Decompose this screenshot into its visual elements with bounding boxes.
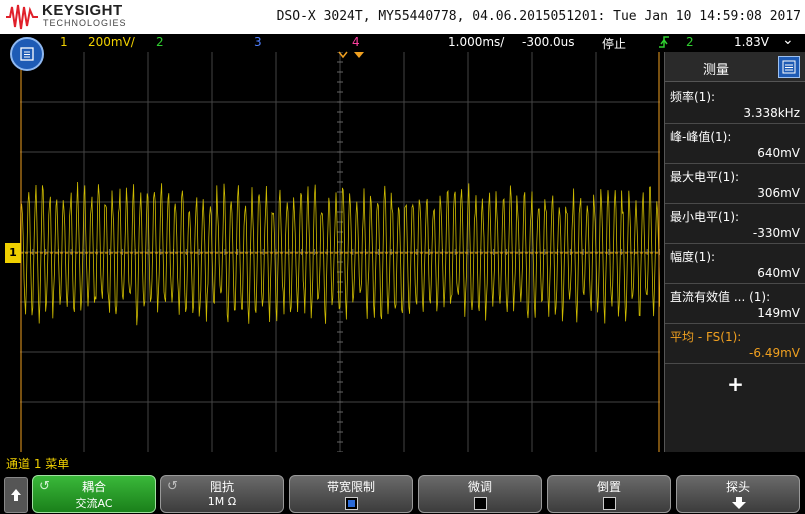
measure-value: 149mV — [757, 306, 800, 320]
measurement-frequency[interactable]: 频率(1): 3.338kHz — [665, 84, 805, 124]
measurement-peak-to-peak[interactable]: 峰-峰值(1): 640mV — [665, 124, 805, 164]
keysight-logo-icon — [6, 4, 38, 30]
softkey-coupling[interactable]: ↺ 耦合 交流AC — [32, 475, 156, 513]
title-bar: KEYSIGHT TECHNOLOGIES DSO-X 3024T, MY554… — [0, 0, 805, 34]
brand-subtitle: TECHNOLOGIES — [43, 18, 127, 28]
bandwidth-limit-checkbox[interactable] — [345, 497, 358, 510]
timebase[interactable]: 1.000ms/ — [448, 35, 504, 49]
menu-title: 通道 1 菜单 — [6, 457, 70, 471]
measure-label: 峰-峰值(1): — [670, 130, 732, 144]
measure-value: -6.49mV — [749, 346, 800, 360]
panel-title: 测量 — [703, 63, 730, 78]
list-icon — [782, 60, 796, 74]
status-bar: 1 200mV/ 2 3 4 1.000ms/ -300.0us 停止 2 1.… — [0, 32, 805, 52]
softkey-fine[interactable]: 微调 — [418, 475, 542, 513]
ch4-number[interactable]: 4 — [352, 35, 360, 49]
menu-button[interactable] — [10, 37, 44, 71]
softkey-impedance[interactable]: ↺ 阻抗 1M Ω — [160, 475, 284, 513]
ch1-number[interactable]: 1 — [60, 35, 68, 49]
measurement-amplitude[interactable]: 幅度(1): 640mV — [665, 244, 805, 284]
ch1-scale[interactable]: 200mV/ — [88, 35, 135, 49]
softkey-label: 倒置 — [596, 480, 621, 494]
panel-menu-button[interactable] — [778, 56, 800, 78]
invert-checkbox[interactable] — [603, 497, 616, 510]
softkey-bandwidth-limit[interactable]: 带宽限制 — [289, 475, 413, 513]
ch3-number[interactable]: 3 — [254, 35, 262, 49]
ch2-number[interactable]: 2 — [156, 35, 164, 49]
plus-icon: + — [727, 372, 744, 396]
measure-label: 平均 - FS(1): — [670, 330, 742, 344]
trigger-position-icon[interactable] — [338, 51, 368, 61]
softkey-label: 探头 — [725, 480, 750, 494]
measurement-dc-rms[interactable]: 直流有效值 ... (1): 149mV — [665, 284, 805, 324]
softkey-label: 带宽限制 — [326, 480, 375, 494]
measure-label: 频率(1): — [670, 90, 716, 104]
measure-value: 640mV — [757, 266, 800, 280]
measurement-panel: 测量 频率(1): 3.338kHz 峰-峰值(1): 640mV 最大电平(1… — [664, 52, 805, 452]
run-state: 停止 — [602, 37, 627, 51]
measure-value: 640mV — [757, 146, 800, 160]
delay[interactable]: -300.0us — [522, 35, 575, 49]
softkey-value: 交流AC — [75, 497, 113, 510]
measure-value: -330mV — [752, 226, 800, 240]
menu-icon — [20, 47, 34, 61]
brand-name: KEYSIGHT — [42, 2, 123, 19]
waveform-display[interactable] — [20, 52, 660, 452]
measurement-average[interactable]: 平均 - FS(1): -6.49mV — [665, 324, 805, 364]
measure-value: 3.338kHz — [743, 106, 800, 120]
measure-label: 直流有效值 ... (1): — [670, 290, 771, 304]
trigger-edge-icon — [658, 35, 670, 52]
ch1-level-marker[interactable]: 1 — [5, 243, 21, 263]
measure-label: 幅度(1): — [670, 250, 716, 264]
measurement-minimum[interactable]: 最小电平(1): -330mV — [665, 204, 805, 244]
measure-label: 最小电平(1): — [670, 210, 740, 224]
softkey-value: 1M Ω — [207, 495, 237, 508]
softkey-bar: ↺ 耦合 交流AC ↺ 阻抗 1M Ω 带宽限制 微调 倒置 探头 — [0, 473, 805, 514]
up-arrow-icon — [11, 489, 21, 501]
add-measurement-button[interactable]: + — [665, 364, 805, 404]
instrument-info: DSO-X 3024T, MY55440778, 04.06.201505120… — [276, 9, 801, 24]
measure-label: 最大电平(1): — [670, 170, 740, 184]
softkey-label: 阻抗 — [209, 480, 234, 494]
fine-checkbox[interactable] — [474, 497, 487, 510]
measure-value: 306mV — [757, 186, 800, 200]
panel-header: 测量 — [665, 52, 805, 82]
trigger-source[interactable]: 2 — [686, 35, 694, 49]
softkey-probe[interactable]: 探头 — [676, 475, 800, 513]
softkey-label: 微调 — [467, 480, 492, 494]
softkey-label: 耦合 — [81, 480, 106, 494]
softkey-invert[interactable]: 倒置 — [547, 475, 671, 513]
measurement-maximum[interactable]: 最大电平(1): 306mV — [665, 164, 805, 204]
trigger-level[interactable]: 1.83V — [734, 35, 769, 49]
down-arrow-icon — [732, 497, 746, 509]
menu-back-button[interactable] — [4, 477, 28, 513]
chevron-down-icon[interactable]: ⌄ — [782, 32, 794, 48]
